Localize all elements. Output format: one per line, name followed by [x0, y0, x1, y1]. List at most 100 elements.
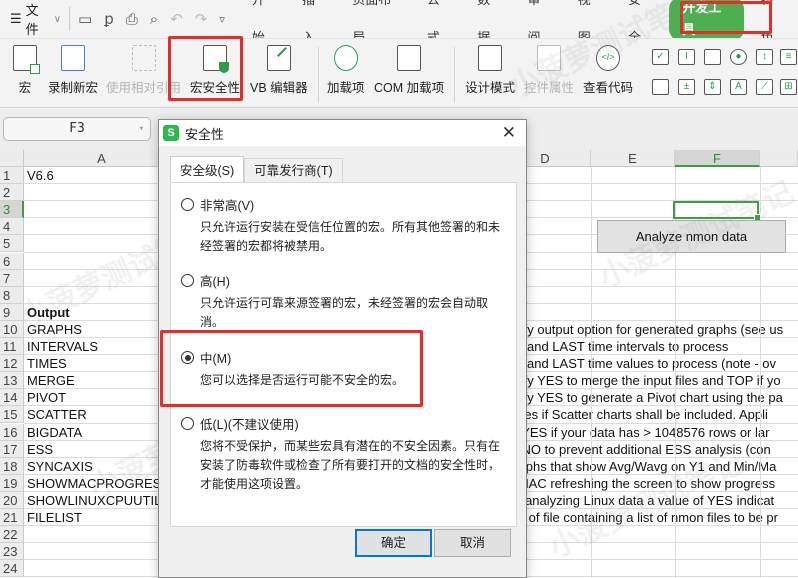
column-header-e[interactable]: E: [591, 150, 675, 167]
row-header[interactable]: 21: [0, 509, 24, 527]
cell-d21[interactable]: me of file containing a list of nmon fil…: [507, 509, 798, 526]
record-macro-button[interactable]: 录制新宏: [48, 45, 98, 96]
cell-a13[interactable]: MERGE: [27, 372, 179, 389]
image-control-icon[interactable]: ⟋: [756, 79, 773, 95]
option-low[interactable]: 低(L)(不建议使用): [181, 414, 299, 433]
row-header[interactable]: 19: [0, 474, 24, 492]
row-header[interactable]: 11: [0, 338, 24, 356]
label-control-icon[interactable]: A: [730, 79, 747, 95]
more-icon[interactable]: ▿: [219, 13, 225, 26]
macro-button[interactable]: 宏: [13, 45, 40, 96]
selected-cell-f3[interactable]: [673, 201, 761, 221]
radio-very-high[interactable]: [181, 198, 194, 211]
radio-low[interactable]: [181, 417, 194, 430]
cell-a21[interactable]: FILELIST: [27, 509, 179, 526]
row-header[interactable]: 8: [0, 286, 24, 304]
radio-medium[interactable]: [181, 351, 194, 364]
column-header-f[interactable]: F: [675, 150, 760, 167]
button-control-icon[interactable]: [704, 49, 721, 65]
row-header[interactable]: 7: [0, 269, 24, 287]
format-painter-icon[interactable]: ꝑ: [104, 10, 114, 28]
ok-button[interactable]: 确定: [355, 529, 432, 557]
cell-a12[interactable]: TIMES: [27, 355, 179, 372]
cell-a17[interactable]: ESS: [27, 441, 179, 458]
option-button-icon[interactable]: ●: [730, 49, 747, 65]
option-very-high[interactable]: 非常高(V): [181, 195, 254, 214]
cell-d20[interactable]: en analyzing Linux data a value of YES i…: [507, 492, 798, 509]
combobox-icon[interactable]: ≡: [780, 49, 797, 65]
select-all-corner[interactable]: [0, 150, 24, 167]
spin-arrows-icon[interactable]: ⇕: [704, 79, 721, 95]
row-header[interactable]: 13: [0, 372, 24, 390]
textbox-control-icon[interactable]: I: [678, 49, 695, 65]
save-icon[interactable]: ▭: [78, 10, 92, 28]
cell-d10[interactable]: ecify output option for generated graphs…: [507, 321, 798, 338]
row-header[interactable]: 5: [0, 235, 24, 253]
file-menu[interactable]: ☰ 文件 ∨: [0, 0, 61, 38]
cell-d16[interactable]: to YES if your data has > 1048576 rows o…: [507, 424, 798, 441]
name-box[interactable]: F3 ▾: [3, 117, 151, 141]
cell-d17[interactable]: to NO to prevent additional ESS analysis…: [507, 441, 798, 458]
cell-a14[interactable]: PIVOT: [27, 389, 179, 406]
cell-a16[interactable]: BIGDATA: [27, 424, 179, 441]
cell-d11[interactable]: ST and LAST time intervals to process: [507, 338, 798, 355]
chevron-down-icon[interactable]: ▾: [139, 118, 144, 140]
option-high[interactable]: 高(H): [181, 271, 230, 290]
close-icon[interactable]: ✕: [502, 123, 516, 143]
checkbox-control-icon[interactable]: ✓: [652, 49, 669, 65]
redo-icon[interactable]: ↷: [195, 10, 208, 28]
dialog-titlebar[interactable]: S 安全性: [159, 120, 526, 146]
cell-a10[interactable]: GRAPHS: [27, 321, 179, 338]
design-mode-button[interactable]: 设计模式: [465, 45, 515, 96]
relative-reference-button[interactable]: 使用相对引用: [106, 45, 181, 96]
control-properties-button[interactable]: 控件属性: [524, 45, 574, 96]
cell-a11[interactable]: INTERVALS: [27, 338, 179, 355]
more-controls-icon[interactable]: ⊞: [780, 79, 797, 95]
cell-d15[interactable]: cates if Scatter charts shall be include…: [507, 406, 798, 423]
tab-trusted-publishers[interactable]: 可靠发行商(T): [244, 158, 343, 182]
analyze-nmon-data-button[interactable]: Analyze nmon data: [597, 220, 786, 253]
cell-d13[interactable]: ecify YES to merge the input files and T…: [507, 372, 798, 389]
row-header[interactable]: 18: [0, 457, 24, 475]
row-header[interactable]: 24: [0, 560, 24, 578]
tab-developer[interactable]: 开发工具: [669, 0, 744, 41]
row-header[interactable]: 9: [0, 303, 24, 321]
listbox-icon[interactable]: ↕: [756, 49, 773, 65]
row-header[interactable]: 14: [0, 389, 24, 407]
macro-security-button[interactable]: 宏安全性: [190, 45, 240, 96]
row-header[interactable]: 16: [0, 423, 24, 441]
cell-d14[interactable]: ecify YES to generate a Pivot chart usin…: [507, 389, 798, 406]
row-header[interactable]: 15: [0, 406, 24, 424]
cell-d18[interactable]: graphs that show Avg/Wavg on Y1 and Min/…: [507, 458, 798, 475]
row-header[interactable]: 17: [0, 440, 24, 458]
column-header-a[interactable]: A: [24, 150, 180, 167]
row-header[interactable]: 3: [0, 201, 24, 219]
row-header[interactable]: 23: [0, 543, 24, 561]
cancel-button[interactable]: 取消: [434, 529, 511, 557]
com-addins-button[interactable]: COM 加载项: [374, 45, 444, 96]
row-header[interactable]: 6: [0, 252, 24, 270]
row-header[interactable]: 2: [0, 184, 24, 202]
view-code-button[interactable]: </> 查看代码: [583, 45, 633, 96]
cell-a15[interactable]: SCATTER: [27, 406, 179, 423]
cell-d12[interactable]: ST and LAST time values to process (note…: [507, 355, 798, 372]
undo-icon[interactable]: ↶: [170, 10, 183, 28]
row-header[interactable]: 12: [0, 355, 24, 373]
cell-a1[interactable]: V6.6: [27, 167, 179, 184]
addins-button[interactable]: 加载项: [327, 45, 365, 96]
cell-a20[interactable]: SHOWLINUXCPUUTIL: [27, 492, 179, 509]
row-header[interactable]: 4: [0, 218, 24, 236]
print-preview-icon[interactable]: ⌕: [150, 11, 158, 28]
row-header[interactable]: 10: [0, 320, 24, 338]
print-icon[interactable]: ⎙: [126, 11, 138, 28]
cell-a19[interactable]: SHOWMACPROGRES: [27, 475, 179, 492]
row-header[interactable]: 20: [0, 491, 24, 509]
radio-high[interactable]: [181, 274, 194, 287]
row-header[interactable]: 22: [0, 526, 24, 544]
spin-button-icon[interactable]: ±: [678, 79, 695, 95]
vb-editor-button[interactable]: VB 编辑器: [250, 45, 308, 96]
cell-a9[interactable]: Output: [27, 304, 179, 321]
scrollbar-control-icon[interactable]: [652, 79, 669, 95]
cell-d19[interactable]: a MAC refreshing the screen to show prog…: [507, 475, 798, 492]
row-header[interactable]: 1: [0, 167, 24, 185]
